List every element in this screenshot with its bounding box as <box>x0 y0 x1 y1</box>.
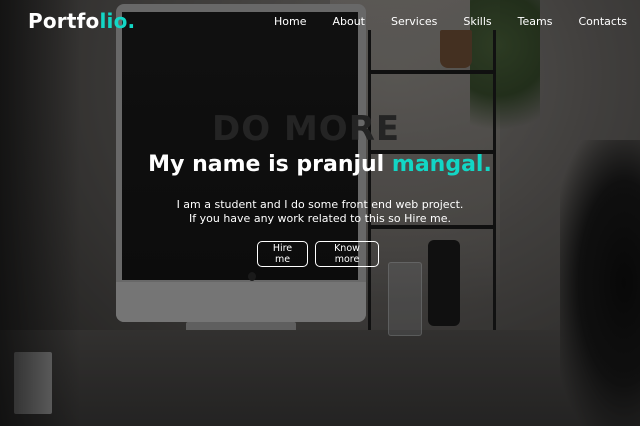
know-more-button[interactable]: Know more <box>315 241 379 267</box>
nav-link-services[interactable]: Services <box>391 15 437 28</box>
hero-description-line-2: If you have any work related to this so … <box>189 212 451 225</box>
logo[interactable]: Portfolio. <box>28 9 135 33</box>
hero-title-accent: mangal. <box>391 152 492 177</box>
nav-link-about[interactable]: About <box>332 15 365 28</box>
hero-section: DO MORE Portfolio. Home About Services S… <box>0 0 640 426</box>
nav-link-skills[interactable]: Skills <box>463 15 491 28</box>
hero-title-text: My name is pranjul <box>148 152 392 177</box>
nav-link-contacts[interactable]: Contacts <box>578 15 627 28</box>
logo-accent-text: lio. <box>99 9 136 33</box>
hero-buttons: Hire me Know more <box>0 241 640 269</box>
hero-description-line-1: I am a student and I do some front end w… <box>176 198 464 211</box>
navbar: Portfolio. Home About Services Skills Te… <box>0 0 640 44</box>
hero-title: My name is pranjul mangal. <box>0 152 640 177</box>
nav-links: Home About Services Skills Teams Contact… <box>248 15 627 28</box>
nav-link-teams[interactable]: Teams <box>518 15 553 28</box>
nav-link-home[interactable]: Home <box>274 15 306 28</box>
hero-description: I am a student and I do some front end w… <box>0 198 640 226</box>
logo-text: Portfo <box>28 9 100 33</box>
hire-me-button[interactable]: Hire me <box>257 241 308 267</box>
